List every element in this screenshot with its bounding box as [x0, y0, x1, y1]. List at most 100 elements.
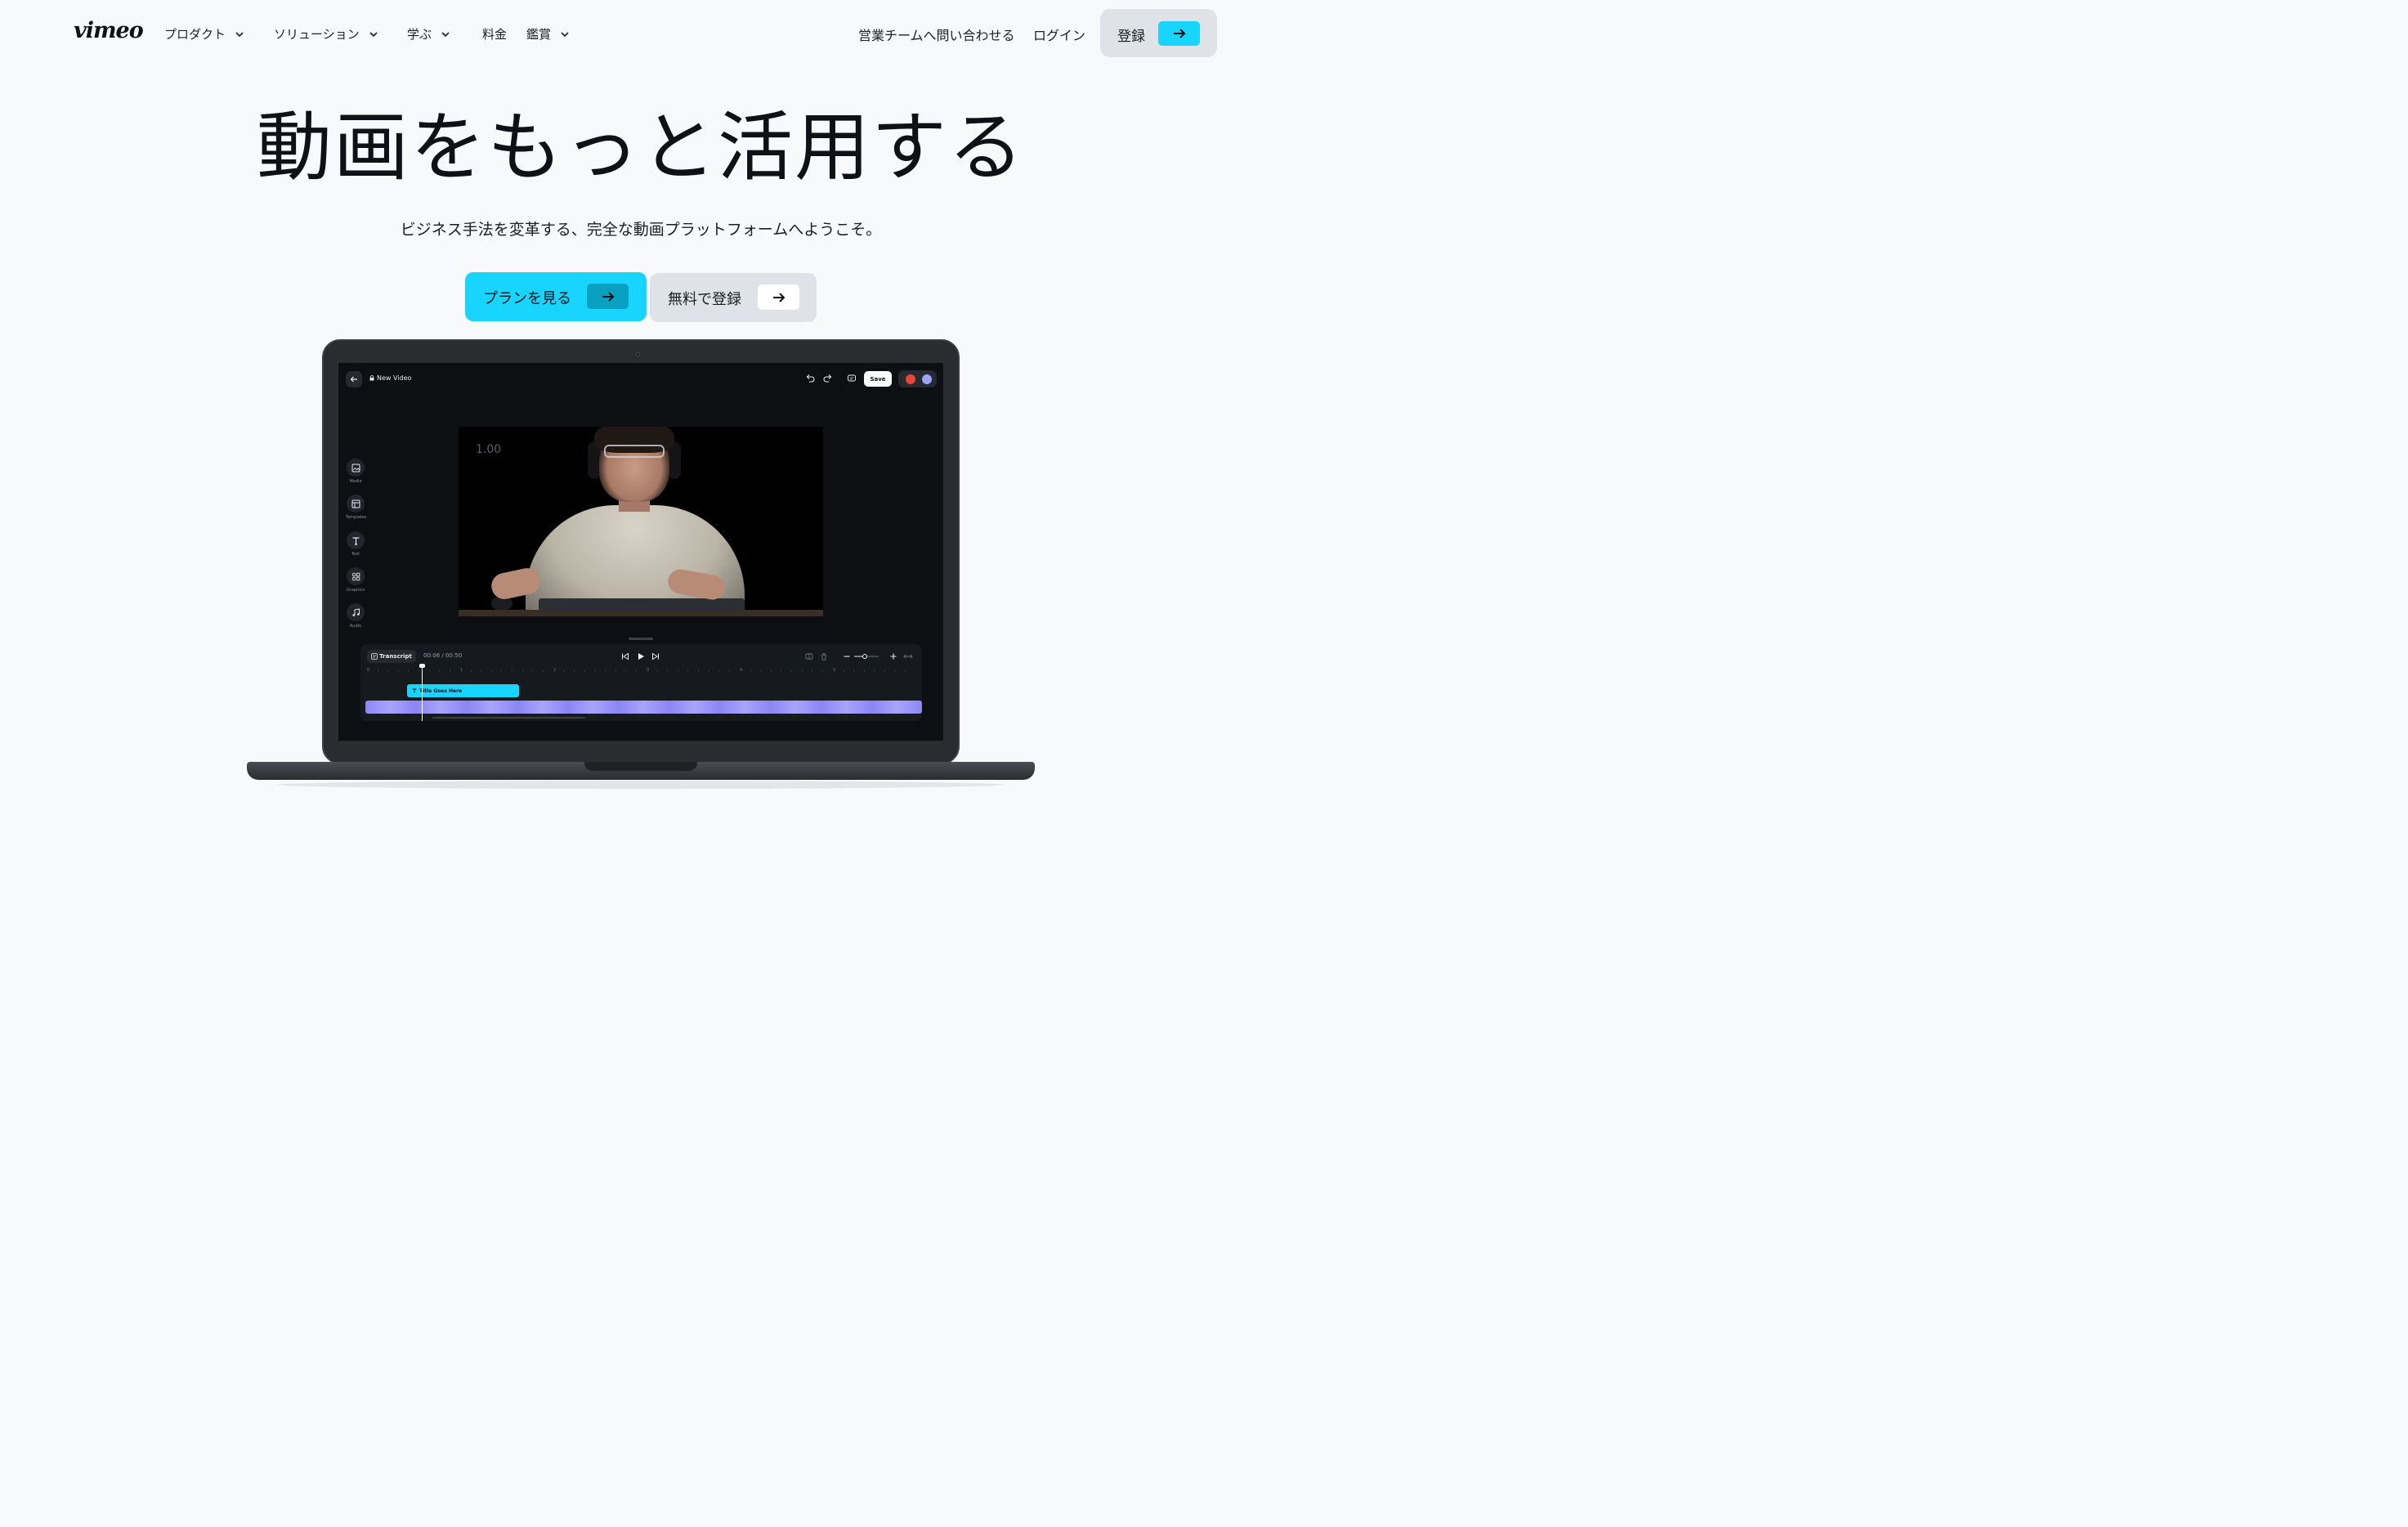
ruler-minor-tick: [801, 670, 803, 671]
text-clip-label: Title Goes Here: [419, 687, 463, 694]
ruler-minor-tick: [863, 670, 865, 671]
ruler-minor-tick: [687, 670, 689, 671]
ruler-minor-tick: [439, 670, 441, 671]
header-signup-button[interactable]: 登録: [1100, 9, 1217, 57]
tool-graphics[interactable]: Graphics: [346, 567, 365, 593]
ruler-minor-tick: [521, 670, 523, 671]
keyboard: [539, 598, 745, 611]
fit-width-icon[interactable]: [903, 652, 913, 661]
video-clip-track[interactable]: [365, 701, 922, 714]
tool-media[interactable]: Media: [346, 459, 365, 484]
transcript-button[interactable]: Transcript: [367, 650, 416, 663]
ruler-tick: 3: [647, 668, 650, 673]
ruler-minor-tick: [542, 670, 544, 671]
avatar: [906, 374, 915, 384]
chevron-down-icon: [369, 30, 378, 38]
tool-templates[interactable]: Templates: [346, 495, 367, 520]
ruler-minor-tick: [428, 670, 430, 671]
save-button[interactable]: Save: [864, 371, 892, 387]
zoom-out-icon[interactable]: [842, 652, 852, 661]
ruler-minor-tick: [594, 670, 596, 671]
ruler-minor-tick: [874, 670, 875, 671]
chevron-down-icon: [441, 30, 450, 38]
trash-icon[interactable]: [819, 652, 829, 661]
comment-icon[interactable]: [846, 373, 857, 384]
ruler-minor-tick: [584, 670, 585, 671]
ruler-minor-tick: [387, 670, 389, 671]
ruler-minor-tick: [821, 670, 823, 671]
free-signup-button[interactable]: 無料で登録: [650, 273, 817, 322]
site-header: vimeo プロダクト ソリューション 学ぶ 料金 鑑賞 営業チームへ問い合わせ…: [0, 0, 1282, 67]
nav-learn[interactable]: 学ぶ: [407, 25, 450, 43]
project-title-text: New Video: [377, 374, 412, 382]
nav-products[interactable]: プロダクト: [164, 25, 244, 43]
ruler-minor-tick: [625, 670, 627, 671]
hero-subtitle: ビジネス手法を変革する、完全な動画プラットフォームへようこそ。: [400, 221, 882, 239]
image-icon: [347, 459, 365, 477]
contact-sales-link[interactable]: 営業チームへ問い合わせる: [858, 25, 1015, 44]
timeline-scrollbar[interactable]: [432, 717, 585, 719]
ruler-tick: 1: [460, 668, 463, 673]
login-link[interactable]: ログイン: [1033, 25, 1085, 44]
nav-pricing[interactable]: 料金: [482, 25, 507, 43]
nav-watch[interactable]: 鑑賞: [526, 25, 569, 43]
ruler-tick: 4: [740, 668, 743, 673]
video-preview[interactable]: 1.00: [459, 427, 823, 616]
laptop-notch: [584, 762, 697, 771]
layout-icon: [347, 495, 365, 513]
ruler-minor-tick: [698, 670, 699, 671]
ruler-minor-tick: [853, 670, 855, 671]
ruler-minor-tick: [791, 670, 792, 671]
view-plans-button[interactable]: プランを見る: [465, 272, 647, 321]
project-title[interactable]: New Video: [369, 374, 411, 382]
ruler-minor-tick: [490, 670, 492, 671]
split-icon[interactable]: [804, 652, 814, 661]
ruler-minor-tick: [760, 670, 762, 671]
tool-audio[interactable]: Audio: [346, 603, 365, 629]
timeline-time: 00:06 / 00:50: [423, 652, 463, 659]
ruler-tick: 5: [833, 668, 836, 673]
ruler-minor-tick: [418, 670, 419, 671]
ruler-minor-tick: [770, 670, 772, 671]
redo-icon[interactable]: [822, 373, 834, 384]
ruler-minor-tick: [397, 670, 399, 671]
tool-graphics-label: Graphics: [346, 588, 365, 593]
tool-media-label: Media: [349, 479, 362, 484]
avatar: [922, 374, 932, 384]
vimeo-logo[interactable]: vimeo: [74, 18, 144, 43]
arrow-right-icon: [758, 284, 799, 310]
skip-back-icon[interactable]: [620, 652, 630, 661]
play-icon[interactable]: [636, 652, 646, 661]
transcript-label: Transcript: [379, 653, 412, 660]
ruler-minor-tick: [905, 670, 906, 671]
chevron-down-icon: [235, 30, 244, 38]
lock-icon: [369, 375, 374, 381]
ruler-minor-tick: [750, 670, 751, 671]
ruler-minor-tick: [728, 670, 730, 671]
nav-pricing-label: 料金: [482, 27, 508, 42]
nav-solutions[interactable]: ソリューション: [274, 25, 378, 43]
zoom-in-icon[interactable]: [888, 652, 898, 661]
collaborators[interactable]: [898, 370, 937, 387]
back-button[interactable]: [346, 371, 362, 387]
ruler-minor-tick: [605, 670, 606, 671]
nav-solutions-label: ソリューション: [274, 27, 360, 42]
tool-audio-label: Audio: [349, 624, 362, 629]
playhead-handle[interactable]: [419, 664, 425, 668]
ruler-minor-tick: [656, 670, 658, 671]
transcript-icon: [371, 653, 378, 660]
panel-resize-handle[interactable]: [629, 638, 653, 640]
text-icon: [347, 531, 365, 549]
ruler-minor-tick: [718, 670, 720, 671]
text-clip[interactable]: Title Goes Here: [407, 684, 519, 697]
timeline-ruler[interactable]: 0 1 2 3 4 5: [367, 668, 915, 676]
tool-text[interactable]: Text: [346, 531, 365, 557]
timeline-panel: Transcript 00:06 / 00:50 0 1 2 3 4 5 Tit…: [360, 644, 922, 721]
chevron-down-icon: [561, 30, 569, 38]
tool-templates-label: Templates: [346, 515, 367, 520]
zoom-slider[interactable]: [854, 652, 879, 661]
playhead[interactable]: [422, 665, 423, 721]
undo-icon[interactable]: [804, 373, 816, 384]
video-editor-screen: New Video Save Media Templates Text Grap…: [338, 363, 943, 741]
skip-forward-icon[interactable]: [651, 652, 660, 661]
